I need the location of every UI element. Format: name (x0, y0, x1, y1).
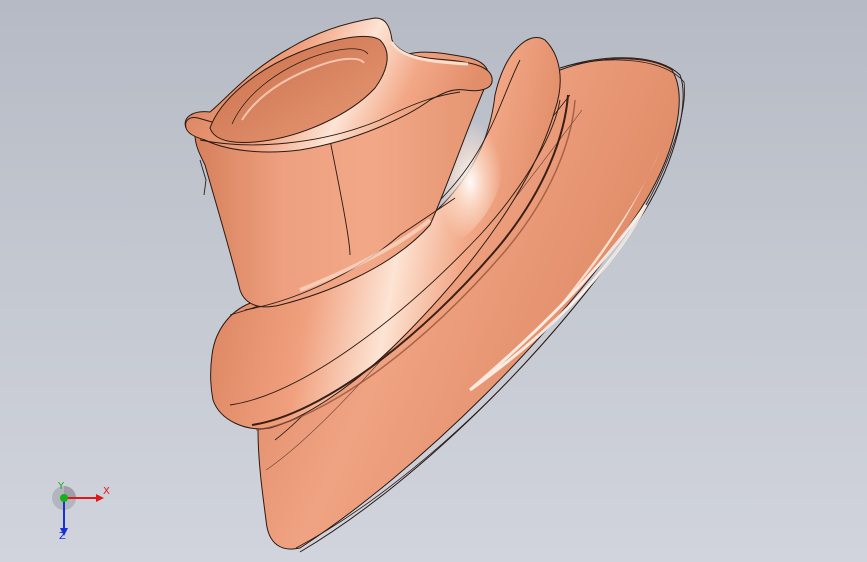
axis-x-label: X (103, 486, 110, 497)
coordinate-triad: X Y Z (40, 478, 120, 548)
axis-y-label: Y (58, 481, 65, 492)
axis-z-label: Z (59, 531, 66, 542)
3d-part-model[interactable] (0, 0, 867, 562)
3d-viewport[interactable]: X Y Z (0, 0, 867, 562)
